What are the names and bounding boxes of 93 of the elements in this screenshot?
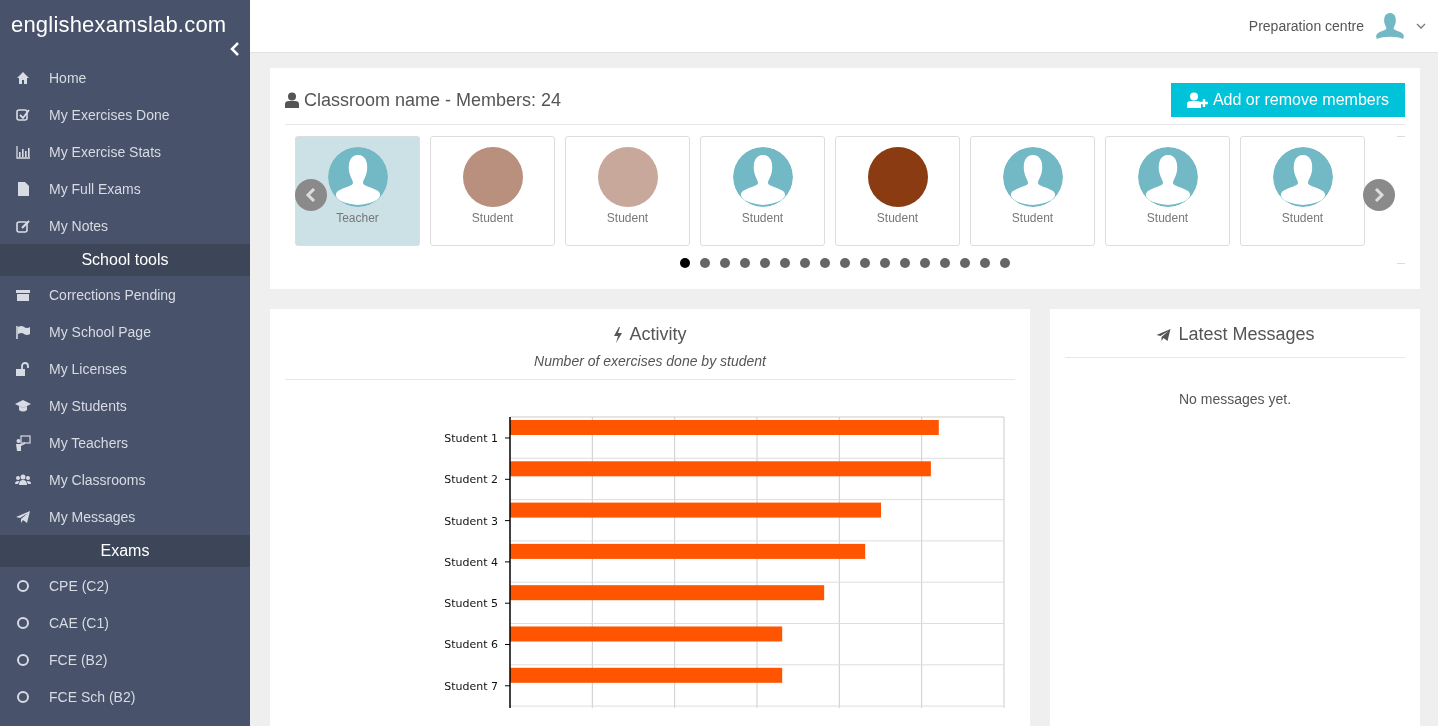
page-dot[interactable] bbox=[880, 258, 890, 268]
activity-title: Activity bbox=[613, 324, 687, 345]
member-card[interactable]: Student bbox=[565, 136, 690, 246]
nav-icon bbox=[15, 143, 31, 160]
site-logo[interactable]: englishexamslab.com bbox=[0, 0, 250, 42]
circle-icon bbox=[15, 651, 31, 668]
paper-plane-icon bbox=[1155, 326, 1173, 343]
nav-icon bbox=[15, 508, 31, 525]
member-role: Student bbox=[471, 211, 514, 225]
member-card[interactable]: Student bbox=[700, 136, 825, 246]
add-user-icon bbox=[1186, 92, 1209, 108]
page-dot[interactable] bbox=[700, 258, 710, 268]
nav-icon bbox=[15, 69, 31, 86]
page-dot[interactable] bbox=[740, 258, 750, 268]
nav-icon bbox=[15, 180, 31, 197]
nav-icon bbox=[15, 217, 31, 234]
page-dot[interactable] bbox=[840, 258, 850, 268]
nav-icon bbox=[15, 434, 31, 451]
member-card[interactable]: Student bbox=[835, 136, 960, 246]
chevron-left-icon[interactable] bbox=[229, 42, 241, 56]
user-icon bbox=[285, 92, 299, 108]
nav-item[interactable]: My Messages bbox=[0, 498, 250, 535]
nav-item[interactable]: My Teachers bbox=[0, 424, 250, 461]
nav-item[interactable]: My Students bbox=[0, 387, 250, 424]
chevron-right-icon bbox=[1373, 188, 1385, 202]
circle-icon bbox=[15, 688, 31, 705]
axis-label: Student 5 bbox=[444, 596, 498, 610]
user-name[interactable]: Preparation centre bbox=[1248, 18, 1364, 34]
member-role: Student bbox=[606, 211, 649, 225]
messages-title: Latest Messages bbox=[1155, 324, 1315, 345]
axis-label: Student 7 bbox=[444, 679, 498, 693]
axis-label: Student 3 bbox=[444, 514, 498, 528]
nav-item[interactable]: My Full Exams bbox=[0, 170, 250, 207]
page-dot[interactable] bbox=[1000, 258, 1010, 268]
axis-label: Student 2 bbox=[444, 472, 498, 486]
circle-icon bbox=[15, 614, 31, 631]
page-dot[interactable] bbox=[980, 258, 990, 268]
nav-item[interactable]: Corrections Pending bbox=[0, 276, 250, 313]
avatar-silhouette bbox=[327, 147, 388, 207]
avatar-silhouette bbox=[1002, 147, 1063, 207]
member-role: Student bbox=[1281, 211, 1324, 225]
member-card[interactable]: Teacher bbox=[295, 136, 420, 246]
page-dot[interactable] bbox=[720, 258, 730, 268]
nav-item[interactable]: FCE Sch (B2) bbox=[0, 678, 250, 715]
next-button[interactable] bbox=[1363, 179, 1395, 211]
nav-item[interactable]: CPE (C2) bbox=[0, 567, 250, 604]
nav-icon bbox=[15, 397, 31, 414]
nav-icon bbox=[15, 323, 31, 340]
nav-icon bbox=[15, 360, 31, 377]
caret-icon[interactable] bbox=[1416, 22, 1426, 30]
nav-item[interactable]: My Licenses bbox=[0, 350, 250, 387]
member-card[interactable]: Student bbox=[1105, 136, 1230, 246]
member-role: Teacher bbox=[336, 211, 379, 225]
empty-message: No messages yet. bbox=[1177, 390, 1293, 407]
page-dot[interactable] bbox=[940, 258, 950, 268]
page-dot[interactable] bbox=[960, 258, 970, 268]
page-dot[interactable] bbox=[800, 258, 810, 268]
nav-item[interactable]: My Classrooms bbox=[0, 461, 250, 498]
nav-item[interactable]: My Exercises Done bbox=[0, 96, 250, 133]
member-role: Student bbox=[741, 211, 784, 225]
lightning-icon bbox=[613, 326, 624, 343]
page-dot[interactable] bbox=[860, 258, 870, 268]
axis-label: Student 6 bbox=[444, 638, 498, 651]
avatar-silhouette bbox=[1137, 147, 1198, 207]
member-card[interactable]: Student bbox=[430, 136, 555, 246]
page-dot[interactable] bbox=[900, 258, 910, 268]
section-header: School tools bbox=[0, 244, 250, 276]
page-dot[interactable] bbox=[680, 258, 690, 268]
page-dot[interactable] bbox=[760, 258, 770, 268]
nav-icon bbox=[15, 106, 31, 123]
page-dot[interactable] bbox=[920, 258, 930, 268]
avatar-silhouette bbox=[1272, 147, 1333, 207]
member-card[interactable]: Student bbox=[970, 136, 1095, 246]
member-role: Student bbox=[1146, 211, 1189, 225]
page-dot[interactable] bbox=[780, 258, 790, 268]
nav-item[interactable]: Home bbox=[0, 59, 250, 96]
chevron-left-icon bbox=[305, 188, 317, 202]
activity-subtitle: Number of exercises done by student bbox=[533, 352, 768, 369]
nav-item[interactable]: CAE (C1) bbox=[0, 604, 250, 641]
circle-icon bbox=[15, 577, 31, 594]
nav-item[interactable]: FCE (B2) bbox=[0, 641, 250, 678]
nav-item[interactable]: My Notes bbox=[0, 207, 250, 244]
classroom-title: Classroom name - Members: 24 bbox=[285, 89, 562, 111]
avatar-silhouette bbox=[732, 147, 793, 207]
page-dot[interactable] bbox=[820, 258, 830, 268]
member-card[interactable]: Student bbox=[1240, 136, 1365, 246]
axis-label: Student 1 bbox=[444, 431, 498, 445]
member-role: Student bbox=[1011, 211, 1054, 225]
nav-item[interactable]: My Exercise Stats bbox=[0, 133, 250, 170]
axis-label: Student 4 bbox=[444, 555, 498, 569]
member-role: Student bbox=[876, 211, 919, 225]
section-header: Exams bbox=[0, 535, 250, 567]
nav-item[interactable]: My School Page bbox=[0, 313, 250, 350]
